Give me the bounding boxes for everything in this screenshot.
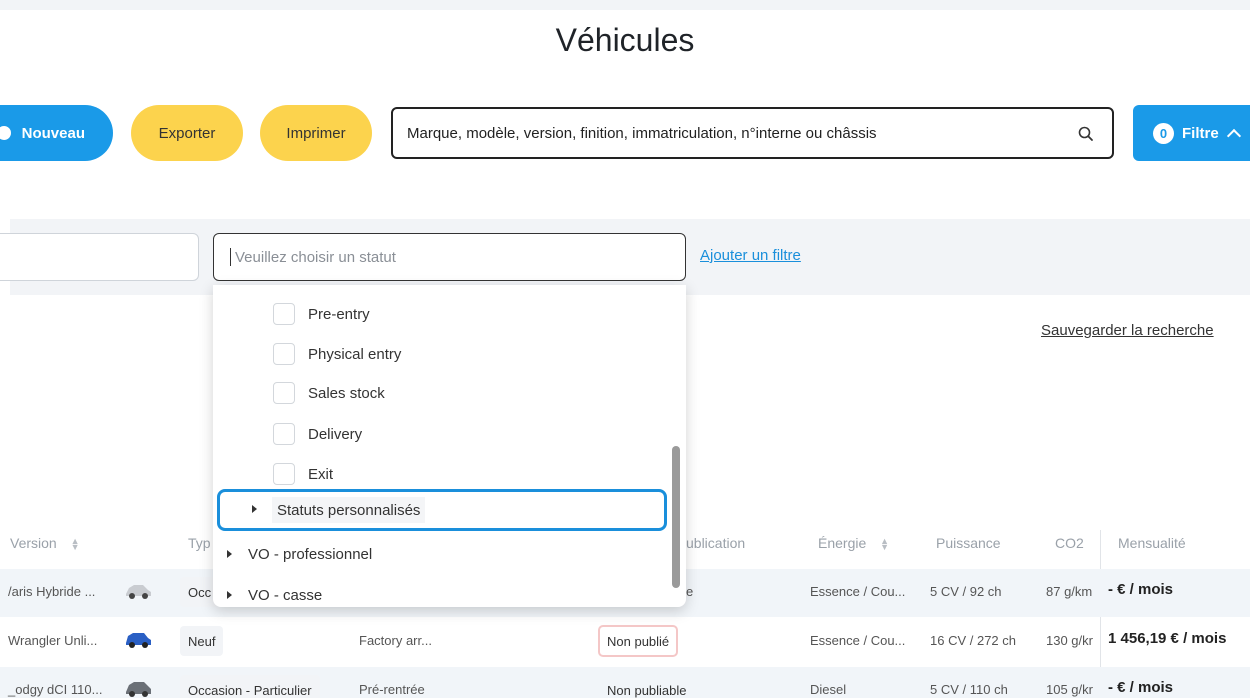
cell-version: /aris Hybride ... (8, 584, 96, 599)
cell-co2: 105 g/kr (1046, 682, 1093, 697)
expand-triangle-icon[interactable] (252, 505, 257, 513)
dropdown-scrollbar[interactable] (672, 446, 680, 588)
filter-input[interactable] (0, 233, 199, 281)
table-row[interactable]: Wrangler Unli... Neuf Factory arr... Non… (0, 618, 1250, 666)
search-input[interactable]: Marque, modèle, version, finition, immat… (391, 107, 1114, 159)
group-label: Statuts personnalisés (272, 497, 426, 523)
sort-icon[interactable]: ▲ ▼ (71, 537, 80, 552)
cell-co2: 87 g/km (1046, 584, 1093, 599)
column-mensualite[interactable]: Mensualité (1118, 535, 1186, 551)
cell-version: _odgy dCI 110... (8, 682, 103, 697)
expand-triangle-icon[interactable] (227, 550, 232, 558)
column-puissance[interactable]: Puissance (936, 535, 1001, 551)
print-button[interactable]: Imprimer (260, 105, 372, 161)
group-vo-casse[interactable]: VO - casse (227, 583, 322, 607)
cell-publication: e (686, 584, 694, 599)
save-search-link[interactable]: Sauvegarder la recherche (1041, 322, 1214, 339)
option-label: Exit (308, 465, 334, 483)
column-energie[interactable]: Énergie ▲ ▼ (818, 535, 889, 552)
cell-puissance: 5 CV / 110 ch (930, 682, 1008, 697)
cell-type: Occasion - Particulier (180, 675, 320, 698)
option-exit[interactable]: Exit (273, 462, 333, 486)
checkbox[interactable] (273, 303, 295, 325)
cell-publication: Non publié (598, 625, 679, 657)
checkbox[interactable] (273, 463, 295, 485)
option-label: Physical entry (308, 345, 402, 363)
export-button[interactable]: Exporter (131, 105, 243, 161)
column-energie-label: Énergie (818, 535, 867, 551)
status-dropdown: Pre-entry Physical entry Sales stock Del… (213, 285, 686, 607)
cell-status: Pré-rentrée (359, 682, 425, 697)
checkbox[interactable] (273, 423, 295, 445)
cell-puissance: 16 CV / 272 ch (930, 633, 1016, 648)
cell-energie: Diesel (810, 682, 847, 697)
cell-energie: Essence / Cou... (810, 584, 906, 599)
option-sales-stock[interactable]: Sales stock (273, 381, 385, 405)
top-strip (0, 0, 1250, 10)
option-label: Pre-entry (308, 305, 370, 323)
filter-button-label: Filtre (1182, 124, 1219, 142)
search-icon[interactable] (1077, 125, 1095, 143)
cell-status: Factory arr... (359, 633, 432, 648)
table-row[interactable]: _odgy dCI 110... Occasion - Particulier … (0, 667, 1250, 698)
add-filter-link[interactable]: Ajouter un filtre (700, 247, 801, 264)
search-placeholder: Marque, modèle, version, finition, immat… (407, 124, 877, 142)
page-title: Véhicules (555, 22, 695, 58)
option-pre-entry[interactable]: Pre-entry (273, 302, 370, 326)
print-button-label: Imprimer (286, 124, 346, 142)
cell-energie: Essence / Cou... (810, 633, 906, 648)
cell-publication: Non publiable (607, 682, 687, 698)
cell-mensualite: - € / mois (1108, 679, 1174, 696)
car-thumbnail-icon (126, 585, 151, 599)
column-version[interactable]: Version ▲ ▼ (10, 535, 80, 552)
filter-button[interactable]: 0 Filtre (1133, 105, 1250, 161)
cell-co2: 130 g/kr (1046, 633, 1093, 648)
column-version-label: Version (10, 535, 57, 551)
car-thumbnail-icon (126, 682, 151, 697)
option-label: Delivery (308, 425, 363, 443)
text-cursor (230, 248, 231, 266)
option-label: Sales stock (308, 384, 385, 402)
option-physical-entry[interactable]: Physical entry (273, 342, 401, 366)
export-button-label: Exporter (158, 124, 216, 142)
status-placeholder: Veuillez choisir un statut (235, 248, 396, 266)
expand-triangle-icon[interactable] (227, 591, 232, 599)
column-publication[interactable]: ublication (686, 535, 745, 551)
cell-mensualite: - € / mois (1108, 581, 1174, 598)
status-select[interactable]: Veuillez choisir un statut (213, 233, 686, 281)
cell-mensualite: 1 456,19 € / mois (1108, 630, 1227, 647)
group-custom-statuses[interactable]: Statuts personnalisés (217, 489, 667, 531)
checkbox[interactable] (273, 343, 295, 365)
filter-count-badge: 0 (1153, 122, 1174, 144)
group-vo-professionnel[interactable]: VO - professionnel (227, 542, 372, 566)
plus-icon (0, 126, 11, 140)
option-delivery[interactable]: Delivery (273, 422, 362, 446)
column-co2[interactable]: CO2 (1055, 535, 1084, 551)
checkbox[interactable] (273, 382, 295, 404)
cell-type: Neuf (180, 626, 224, 656)
new-button-label: Nouveau (21, 124, 85, 142)
chevron-up-icon (1226, 128, 1241, 144)
sort-icon[interactable]: ▲ ▼ (880, 537, 889, 552)
car-thumbnail-icon (126, 633, 151, 648)
group-label: VO - casse (248, 586, 323, 604)
cell-puissance: 5 CV / 92 ch (930, 584, 1002, 599)
column-type[interactable]: Typ (188, 535, 211, 551)
new-button[interactable]: Nouveau (0, 105, 113, 161)
cell-version: Wrangler Unli... (8, 633, 98, 648)
group-label: VO - professionnel (248, 545, 373, 563)
